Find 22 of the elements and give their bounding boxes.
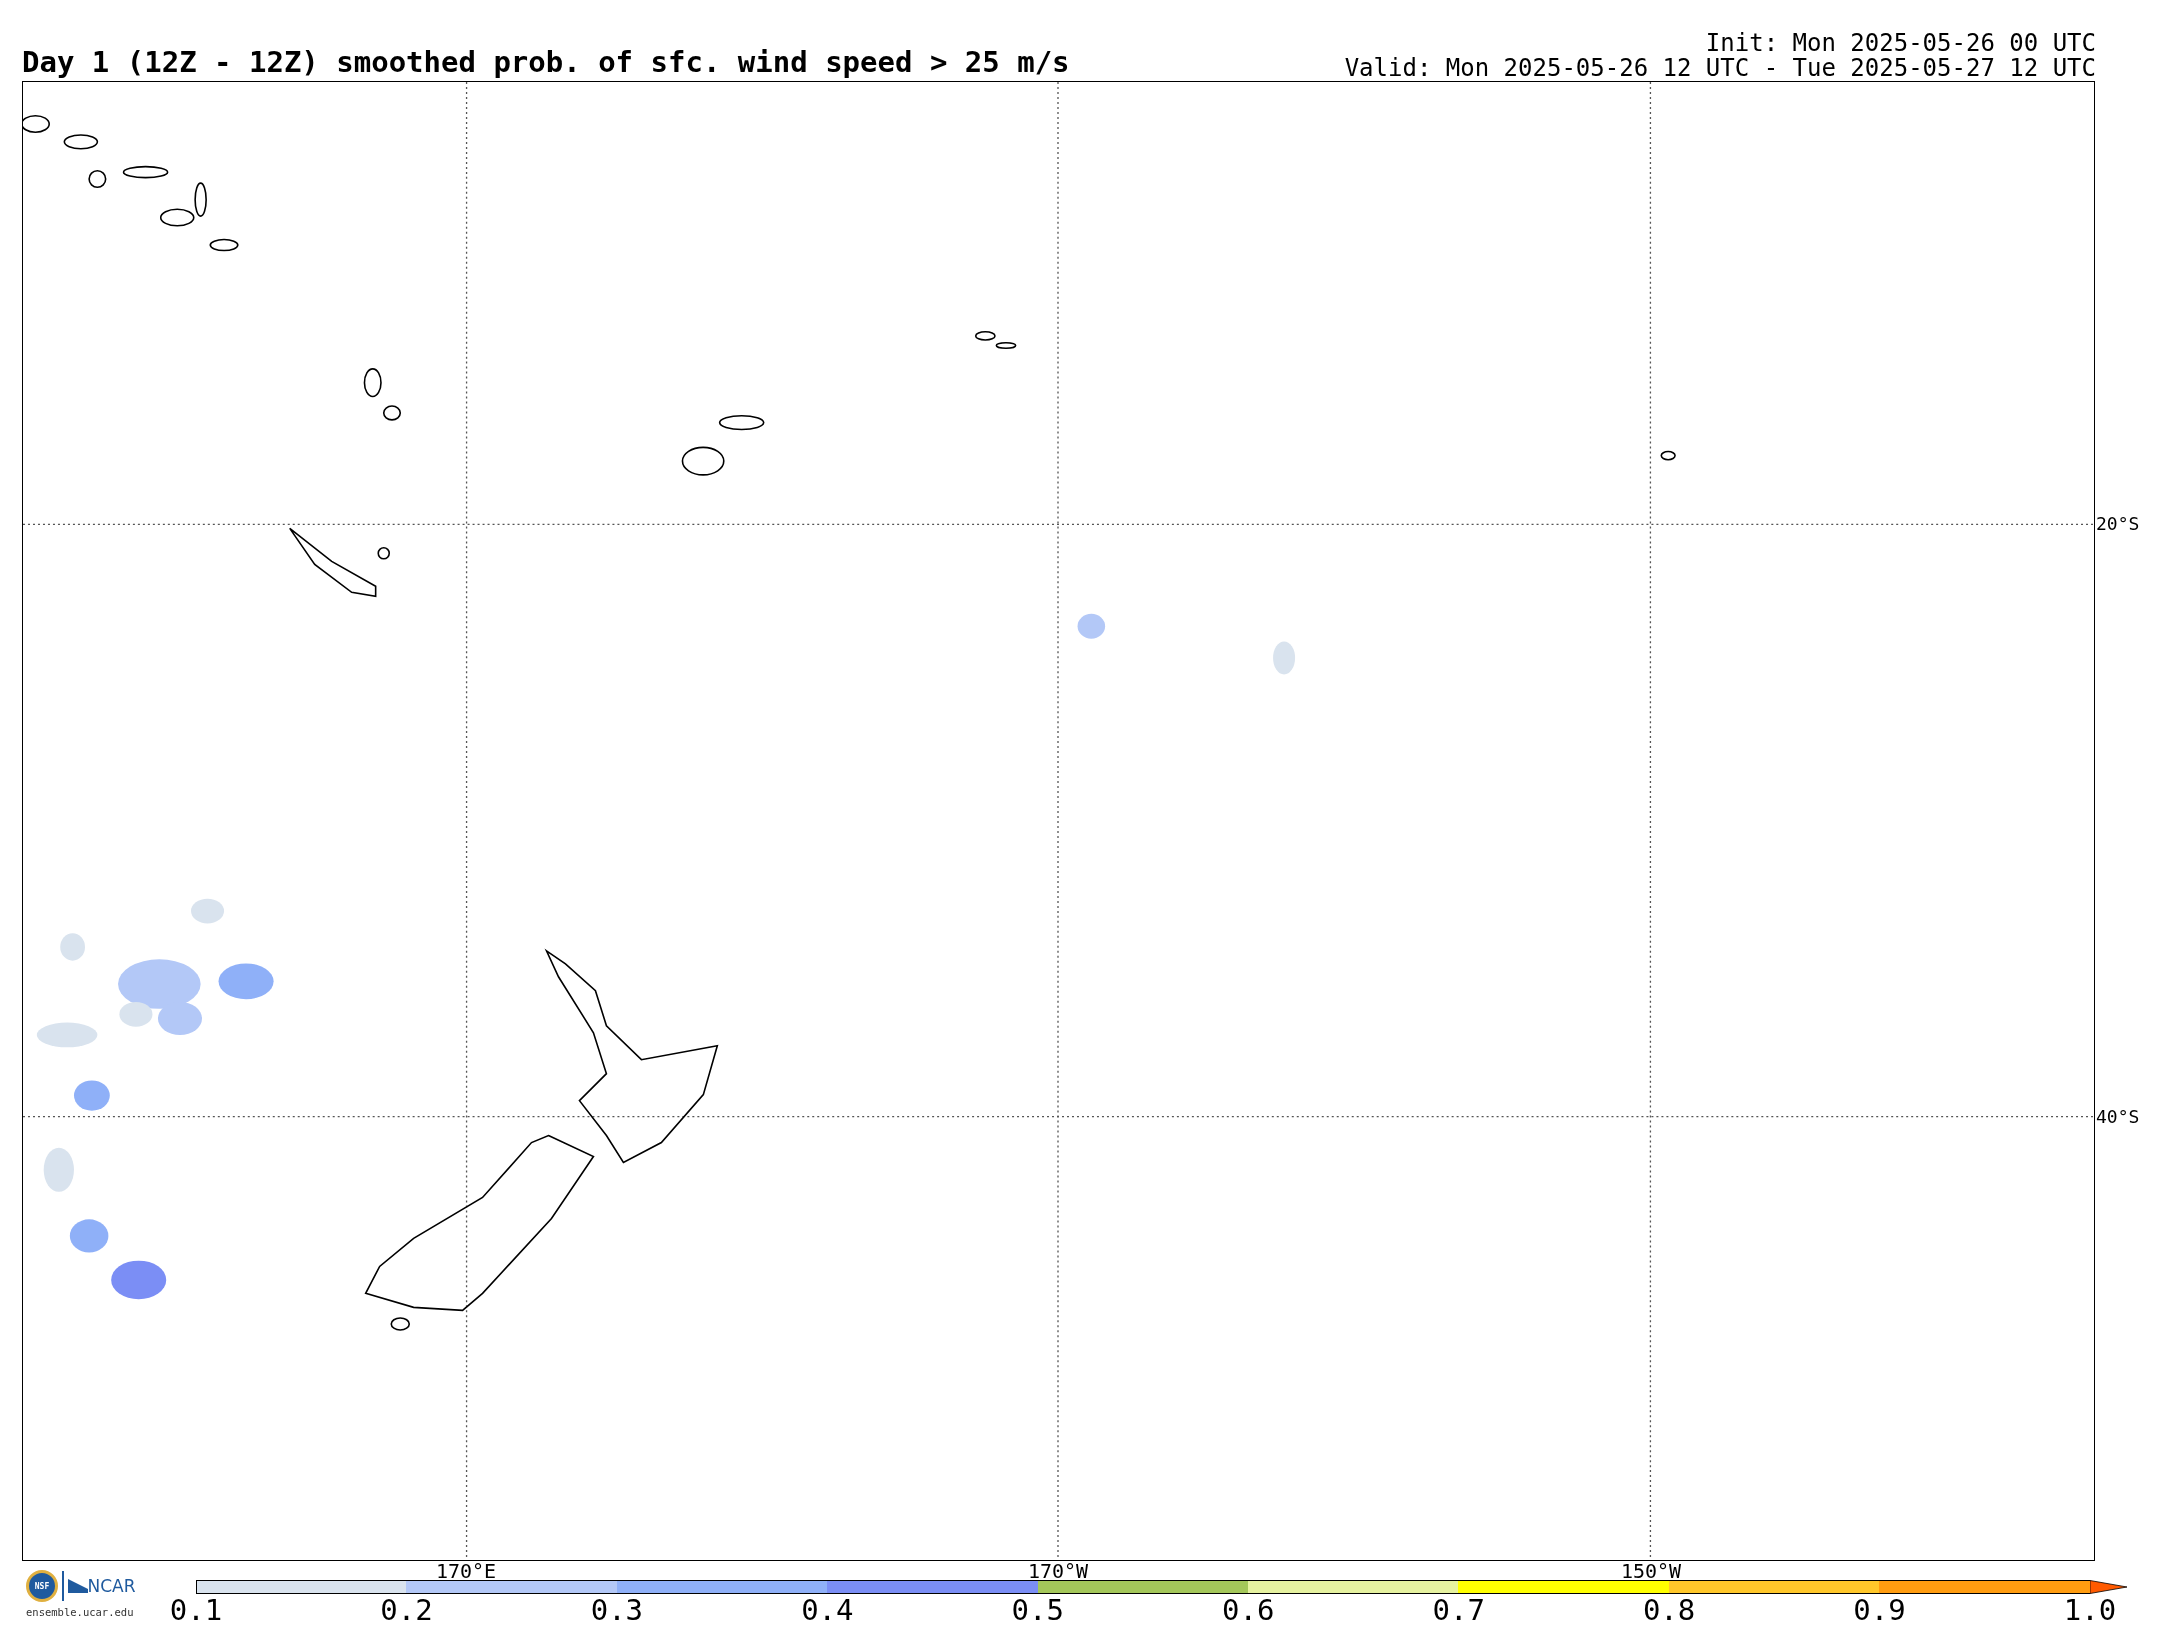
colorbar-tick-label: 0.5	[1011, 1594, 1064, 1626]
website-url: ensemble.ucar.edu	[26, 1606, 134, 1618]
longitude-label: 150°W	[1620, 1561, 1682, 1581]
colorbar-tick-label: 0.1	[169, 1594, 223, 1626]
nsf-logo: NSF	[26, 1570, 58, 1602]
colorbar-tick-label: 0.4	[801, 1594, 854, 1626]
init-time: Init: Mon 2025-05-26 00 UTC	[1705, 31, 2096, 56]
colorbar-tick-label: 0.6	[1222, 1594, 1275, 1626]
longitude-label: 170°W	[1027, 1561, 1089, 1581]
ncar-mark-icon	[67, 1579, 88, 1593]
valid-time: Valid: Mon 2025-05-26 12 UTC - Tue 2025-05-27 12 UTC	[1344, 56, 2096, 81]
latitude-label: 20°S	[2096, 514, 2140, 534]
plot-title: Day 1 (12Z - 12Z) smoothed prob. of sfc. wind speed > 25 m/s	[22, 45, 1070, 79]
colorbar-tick-label: 0.8	[1642, 1594, 1696, 1626]
longitude-label: 170°E	[435, 1561, 497, 1581]
colorbar-tick-label: 0.9	[1853, 1594, 1906, 1626]
ncar-logo-text: NCAR	[87, 1576, 136, 1596]
colorbar-tick-label: 0.3	[590, 1594, 644, 1626]
latitude-label: 40°S	[2096, 1107, 2140, 1127]
colorbar-tick-label: 0.2	[380, 1594, 433, 1626]
colorbar-tick-label: 0.7	[1432, 1594, 1485, 1626]
colorbar-tick-label: 1.0	[2063, 1594, 2117, 1626]
